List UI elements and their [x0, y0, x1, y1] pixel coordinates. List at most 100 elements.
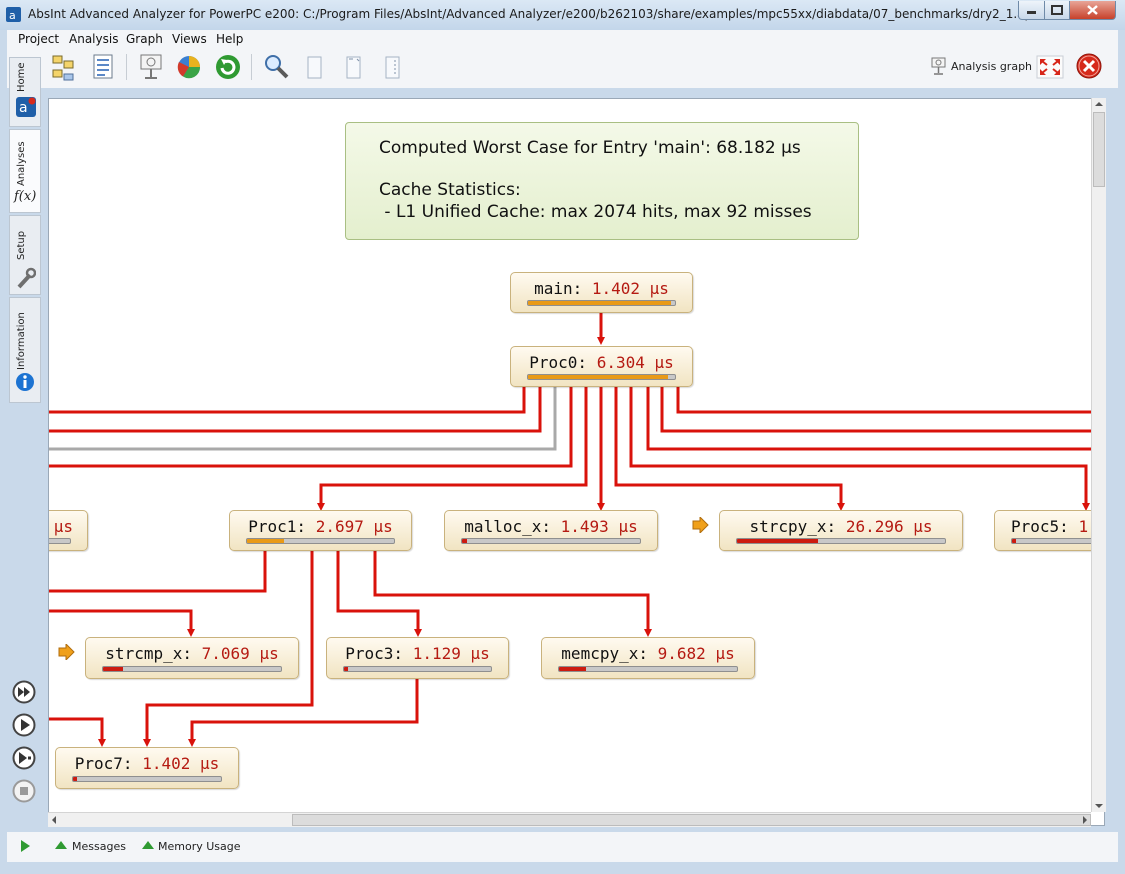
node-strcmp-x[interactable]: strcmp_x: 7.069 µs [85, 637, 299, 679]
node-time: 7.069 µs [201, 644, 279, 663]
analysis-graph-icon [931, 57, 946, 75]
node-name: strcmp_x: [105, 644, 192, 663]
fit-view-button[interactable] [1034, 50, 1066, 84]
svg-text:a: a [19, 100, 28, 116]
minimize-button[interactable] [1018, 1, 1045, 20]
menu-views[interactable]: Views [172, 32, 207, 46]
edge-proc0-gray [49, 387, 557, 451]
node-proc1[interactable]: Proc1: 2.697 µs [229, 510, 412, 551]
close-window-button[interactable] [1069, 1, 1116, 20]
triangle-up-icon [55, 841, 67, 849]
node-proc7[interactable]: Proc7: 1.402 µs [55, 747, 239, 789]
wrench-icon [17, 267, 36, 289]
search-tool-button[interactable] [260, 50, 292, 84]
title-bar: a AbsInt Advanced Analyzer for PowerPC e… [0, 0, 1125, 30]
statistics-tool-button[interactable] [173, 50, 205, 84]
node-progress-fill [73, 777, 78, 781]
node-progress-bar [72, 776, 222, 782]
edge-proc3-proc7 [190, 679, 419, 741]
step-button[interactable] [12, 746, 36, 770]
stop-button[interactable] [12, 779, 36, 803]
svg-text:a: a [9, 9, 16, 22]
node-time: 1.129 µs [412, 644, 490, 663]
node-progress-fill [462, 539, 468, 543]
node-strcpy-x[interactable]: strcpy_x: 26.296 µs [719, 510, 963, 551]
app-window: a AbsInt Advanced Analyzer for PowerPC e… [0, 0, 1125, 874]
node-proc0[interactable]: Proc0: 6.304 µs [510, 346, 693, 387]
status-bar: Messages Memory Usage [7, 832, 1118, 862]
play-icon [12, 713, 36, 737]
report-tool-button[interactable] [87, 50, 119, 84]
close-view-button[interactable] [1073, 50, 1105, 84]
app-icon: a [6, 7, 21, 22]
menu-help[interactable]: Help [216, 32, 243, 46]
node-time: 9.682 µs [657, 644, 735, 663]
fullscreen-arrows-icon [1036, 55, 1064, 79]
page-expand-icon [346, 56, 361, 79]
page-expand-tool-button[interactable] [338, 50, 370, 84]
minimize-icon [1027, 11, 1036, 14]
node-left-partial[interactable]: µs [49, 510, 88, 551]
close-circle-icon [1076, 53, 1102, 79]
edge-proc0-proc5 [629, 387, 1088, 505]
window-title: AbsInt Advanced Analyzer for PowerPC e20… [28, 7, 1040, 21]
node-name: Proc5: [1011, 517, 1069, 536]
edge-proc0-right-3 [676, 387, 1104, 414]
horizontal-scroll-thumb[interactable] [292, 814, 1091, 826]
analysis-graph-label: Analysis graph [951, 60, 1033, 73]
memory-usage-toggle[interactable]: Memory Usage [139, 832, 249, 860]
worst-case-summary: Computed Worst Case for Entry 'main': 68… [345, 122, 859, 240]
node-progress-fill [1012, 539, 1017, 543]
graph-tool-button[interactable] [49, 50, 81, 84]
edge-proc0-left-1 [49, 387, 526, 414]
node-proc5[interactable]: Proc5: 1 [994, 510, 1104, 551]
edge-left-proc7 [49, 717, 104, 741]
messages-toggle[interactable]: Messages [52, 832, 132, 860]
presentation-icon [140, 54, 162, 79]
maximize-button[interactable] [1044, 1, 1070, 20]
node-progress-bar [527, 374, 676, 380]
node-progress-bar [246, 538, 395, 544]
summary-cache-title: Cache Statistics: [379, 180, 521, 200]
edge-proc0-left-2 [49, 387, 542, 433]
analysis-graph-button[interactable]: Analysis graph [927, 54, 1033, 80]
node-malloc-x[interactable]: malloc_x: 1.493 µs [444, 510, 658, 551]
toolbar-separator [126, 54, 127, 80]
node-proc3[interactable]: Proc3: 1.129 µs [326, 637, 509, 679]
play-button[interactable] [12, 713, 36, 737]
node-time: 6.304 µs [596, 353, 674, 372]
node-time: 1.493 µs [560, 517, 638, 536]
scroll-down-icon [1095, 804, 1103, 808]
node-progress-fill [559, 667, 586, 671]
menu-project[interactable]: Project [18, 32, 59, 46]
tab-setup[interactable]: Setup [9, 215, 41, 295]
toolbar: Analysis graph [7, 50, 1118, 88]
page-icon [307, 56, 322, 79]
tab-analyses[interactable]: Analyses f(x) [9, 129, 41, 213]
presentation-tool-button[interactable] [135, 50, 167, 84]
page-split-tool-button[interactable] [377, 50, 409, 84]
toolbar-separator [251, 54, 252, 80]
tab-home[interactable]: Home a [9, 57, 41, 127]
page-tool-button[interactable] [299, 50, 331, 84]
vertical-scroll-thumb[interactable] [1093, 112, 1105, 187]
horizontal-scrollbar[interactable] [48, 812, 1091, 827]
node-memcpy-x[interactable]: memcpy_x: 9.682 µs [541, 637, 755, 679]
menu-graph[interactable]: Graph [126, 32, 163, 46]
summary-cache-l1: - L1 Unified Cache: max 2074 hits, max 9… [379, 202, 812, 222]
menu-analysis[interactable]: Analysis [69, 32, 118, 46]
close-icon [1087, 5, 1098, 15]
node-main[interactable]: main: 1.402 µs [510, 272, 693, 313]
node-name: malloc_x: [464, 517, 551, 536]
tab-information[interactable]: Information [9, 297, 41, 403]
graph-canvas[interactable]: Computed Worst Case for Entry 'main': 68… [48, 98, 1105, 826]
function-icon: f(x) [14, 189, 37, 204]
scroll-right-icon [1083, 816, 1087, 824]
fast-forward-button[interactable] [12, 680, 36, 704]
tab-information-label: Information [16, 312, 27, 370]
vertical-scrollbar[interactable] [1091, 98, 1106, 812]
refresh-tool-button[interactable] [212, 50, 244, 84]
search-icon [265, 55, 289, 79]
play-small-icon[interactable] [19, 839, 31, 853]
edge-proc0-left-3 [49, 387, 573, 468]
